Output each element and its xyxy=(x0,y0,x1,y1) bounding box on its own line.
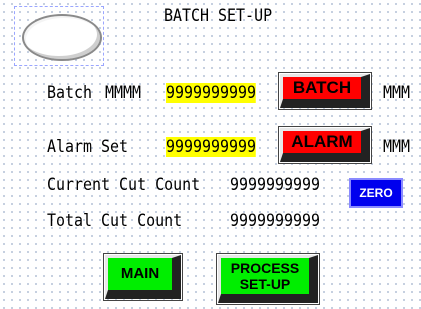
alarm-unit: MMM xyxy=(383,137,411,157)
alarm-value[interactable]: 9999999999 xyxy=(166,137,257,157)
current-cut-label: Current Cut Count xyxy=(47,175,201,195)
alarm-label: Alarm Set xyxy=(47,137,129,157)
round-indicator-frame xyxy=(14,6,104,66)
batch-button[interactable]: BATCH xyxy=(280,74,370,108)
total-cut-value: 9999999999 xyxy=(230,211,321,231)
process-setup-button[interactable]: PROCESS SET-UP xyxy=(218,255,318,303)
total-cut-label: Total Cut Count xyxy=(47,211,183,231)
alarm-button[interactable]: ALARM xyxy=(280,128,370,162)
zero-button[interactable]: ZERO xyxy=(349,178,403,208)
page-title: BATCH SET-UP xyxy=(164,6,273,26)
batch-label: Batch xyxy=(47,83,93,103)
main-nav-button[interactable]: MAIN xyxy=(105,255,181,299)
current-cut-value: 9999999999 xyxy=(230,175,321,195)
batch-unit-prefix: MMMM xyxy=(105,83,142,103)
batch-value[interactable]: 9999999999 xyxy=(166,83,257,103)
batch-unit: MMM xyxy=(383,83,411,103)
